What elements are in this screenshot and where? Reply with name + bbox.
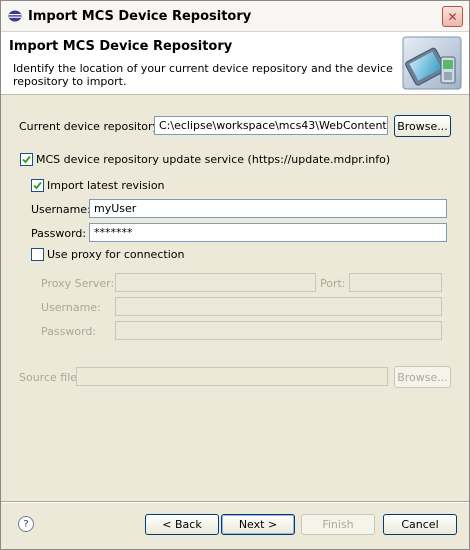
proxy-password-field[interactable] [115, 321, 442, 340]
proxy-password-label: Password: [41, 325, 97, 338]
source-browse-button[interactable]: Browse... [394, 366, 451, 388]
next-button[interactable]: Next > [221, 514, 295, 535]
update-service-checkbox[interactable] [20, 153, 33, 166]
username-label: Username: [31, 203, 91, 216]
window-title: Import MCS Device Repository [28, 9, 252, 24]
cancel-button[interactable]: Cancel [383, 514, 457, 535]
import-dialog: Import MCS Device Repository ✕ Import MC… [0, 0, 470, 550]
title-bar[interactable]: Import MCS Device Repository ✕ [1, 1, 469, 32]
eclipse-icon [8, 10, 22, 22]
finish-button[interactable]: Finish [301, 514, 375, 535]
username-field[interactable]: myUser [89, 199, 447, 218]
use-proxy-checkbox[interactable] [31, 248, 44, 261]
password-field[interactable]: ******* [89, 223, 447, 242]
back-button[interactable]: < Back [145, 514, 219, 535]
source-file-field[interactable] [76, 367, 388, 386]
port-field[interactable] [349, 273, 442, 292]
source-file-label: Source file [19, 371, 78, 384]
proxy-username-field[interactable] [115, 297, 442, 316]
mobile-device-wizard-icon [402, 36, 462, 90]
close-button[interactable]: ✕ [442, 6, 463, 27]
checkmark-icon [33, 181, 42, 190]
wizard-banner: Import MCS Device Repository Identify th… [1, 32, 469, 95]
port-label: Port: [320, 277, 346, 290]
proxy-server-field[interactable] [115, 273, 316, 292]
proxy-server-label: Proxy Server: [41, 277, 115, 290]
use-proxy-label: Use proxy for connection [47, 248, 185, 261]
help-icon[interactable]: ? [18, 516, 34, 532]
repository-browse-button[interactable]: Browse... [394, 115, 451, 137]
current-repository-field[interactable]: C:\eclipse\workspace\mcs43\WebContent\mc… [154, 116, 388, 135]
current-repository-label: Current device repository: [19, 120, 162, 133]
update-service-label: MCS device repository update service (ht… [36, 153, 391, 166]
banner-description: Identify the location of your current de… [13, 62, 393, 88]
proxy-username-label: Username: [41, 301, 101, 314]
import-latest-label: Import latest revision [47, 179, 165, 192]
checkmark-icon [22, 155, 31, 164]
footer-divider [1, 501, 469, 503]
import-latest-checkbox[interactable] [31, 179, 44, 192]
password-label: Password: [31, 227, 87, 240]
banner-title: Import MCS Device Repository [9, 39, 233, 54]
close-icon: ✕ [447, 9, 458, 24]
